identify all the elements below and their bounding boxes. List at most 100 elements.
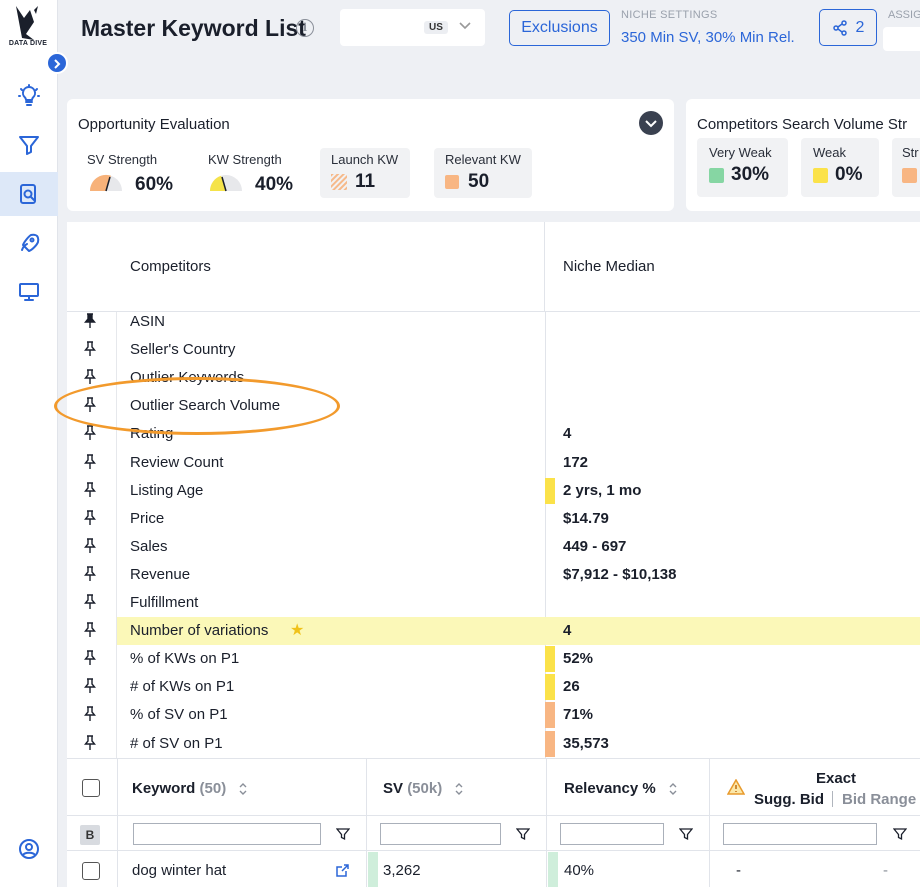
niche-median-value: 71% xyxy=(563,706,594,724)
bid-range-cell: - xyxy=(883,862,888,879)
pin-icon[interactable] xyxy=(83,453,97,470)
select-all-checkbox[interactable] xyxy=(82,779,100,797)
card-title: Competitors Search Volume Str xyxy=(697,116,908,133)
pin-icon[interactable] xyxy=(83,341,97,357)
external-link-icon[interactable] xyxy=(335,863,350,878)
relevancy-header[interactable]: Relevancy % xyxy=(564,780,678,797)
filter-icon[interactable] xyxy=(516,827,530,841)
exact-filter-input[interactable] xyxy=(723,823,877,845)
bulk-badge[interactable]: B xyxy=(80,825,100,845)
competitor-row: Fulfillment xyxy=(67,589,920,617)
keyword-count: (50) xyxy=(199,780,227,797)
competitor-row: Outlier Keywords xyxy=(67,364,920,392)
niche-median-value: 449 - 697 xyxy=(563,537,627,555)
user-circle-icon xyxy=(19,839,39,859)
relevancy-bar xyxy=(548,852,558,887)
relevancy-filter-input[interactable] xyxy=(560,823,664,845)
star-icon[interactable]: ★ xyxy=(290,620,304,640)
keyword-filter-input[interactable] xyxy=(133,823,321,845)
nav-ideas[interactable] xyxy=(0,74,58,118)
launch-kw-label: Launch KW xyxy=(331,152,399,167)
pin-icon[interactable] xyxy=(83,594,97,610)
competitors-table: Competitors Niche Median ASIN Seller's Co… xyxy=(67,222,920,758)
share-count: 2 xyxy=(855,18,865,36)
sv-filter-input[interactable] xyxy=(380,823,501,845)
opportunity-evaluation-card: Opportunity Evaluation SV Strength 60% K… xyxy=(67,99,674,211)
exclusions-button[interactable]: Exclusions xyxy=(509,10,610,46)
nav-filter[interactable] xyxy=(0,123,58,167)
niche-median-value: $14.79 xyxy=(563,509,609,527)
filter-icon[interactable] xyxy=(893,827,907,841)
pin-icon[interactable] xyxy=(83,622,97,638)
pin-icon[interactable] xyxy=(83,678,97,694)
relevancy-header-label: Relevancy % xyxy=(564,780,656,797)
competitors-header: Competitors xyxy=(67,222,545,312)
assign-input[interactable] xyxy=(883,27,920,51)
nav-account[interactable] xyxy=(0,827,58,871)
nav-monitor[interactable] xyxy=(0,270,58,314)
collapse-button[interactable] xyxy=(639,111,663,135)
kw-strength-label: KW Strength xyxy=(208,152,282,167)
bid-range-header[interactable]: Bid Range xyxy=(842,791,916,808)
chevron-down-icon xyxy=(645,120,657,128)
niche-settings-value[interactable]: 350 Min SV, 30% Min Rel. xyxy=(621,29,795,46)
competitor-row: Review Count 172 xyxy=(67,449,920,477)
pin-icon[interactable] xyxy=(83,369,97,385)
keyword-table: Keyword (50) SV (50k) Relevancy % Exact … xyxy=(67,758,920,887)
competitor-row-label: ASIN xyxy=(130,313,166,330)
value-indicator-bar xyxy=(545,702,555,729)
value-indicator-bar xyxy=(545,730,555,757)
sidebar-expand-button[interactable] xyxy=(46,52,68,74)
data-dive-logo[interactable] xyxy=(4,4,52,56)
keyword-cell[interactable]: dog winter hat xyxy=(132,862,226,879)
keyword-header[interactable]: Keyword (50) xyxy=(132,780,248,797)
page-title: Master Keyword List xyxy=(81,15,306,41)
hatched-swatch-icon xyxy=(331,174,347,190)
info-icon[interactable]: i xyxy=(296,19,314,37)
competitors-header-label: Competitors xyxy=(130,258,211,275)
launch-kw-box: Launch KW 11 xyxy=(320,148,410,198)
row-checkbox[interactable] xyxy=(82,862,100,880)
sv-strength-value: 60% xyxy=(135,174,174,195)
value-indicator-bar xyxy=(545,646,555,673)
pin-icon[interactable] xyxy=(83,397,97,413)
filter-icon[interactable] xyxy=(336,827,350,841)
strong-swatch xyxy=(902,168,917,183)
niche-median-value: 35,573 xyxy=(563,734,609,752)
competitor-row: Seller's Country xyxy=(67,336,920,364)
pin-icon[interactable] xyxy=(83,734,97,751)
sort-icon xyxy=(669,783,677,796)
relevant-swatch xyxy=(445,175,459,189)
pin-icon[interactable] xyxy=(83,650,97,666)
sort-icon xyxy=(455,783,463,796)
relevant-kw-box: Relevant KW 50 xyxy=(434,148,532,198)
pin-icon[interactable] xyxy=(83,509,97,526)
competitors-sv-strength-card: Competitors Search Volume Str Very Weak … xyxy=(686,99,920,211)
pin-icon[interactable] xyxy=(83,706,97,722)
relevant-kw-value: 50 xyxy=(468,171,490,192)
sv-header[interactable]: SV (50k) xyxy=(383,780,464,797)
competitor-row-label: Outlier Search Volume xyxy=(130,397,281,415)
competitor-row-label: # of SV on P1 xyxy=(130,734,223,752)
exact-header: Exact xyxy=(816,770,857,787)
pin-icon[interactable] xyxy=(83,481,97,498)
sv-cell: 3,262 xyxy=(383,862,421,879)
filter-icon[interactable] xyxy=(679,827,693,841)
pin-icon[interactable] xyxy=(83,538,97,554)
nav-master-keyword-list[interactable] xyxy=(0,172,58,216)
market-badge: US xyxy=(424,21,448,34)
niche-median-header-label: Niche Median xyxy=(563,258,655,275)
launch-kw-value: 11 xyxy=(355,171,376,192)
keyword-header-label: Keyword xyxy=(132,780,196,797)
sort-icon xyxy=(239,783,247,796)
sv-bar xyxy=(368,852,378,887)
share-button[interactable]: 2 xyxy=(819,9,877,46)
competitor-row: ASIN xyxy=(67,308,920,336)
pin-icon[interactable] xyxy=(83,425,97,441)
sugg-bid-header[interactable]: Sugg. Bid xyxy=(754,791,824,808)
pin-icon[interactable] xyxy=(83,313,97,329)
nav-launch[interactable] xyxy=(0,221,58,265)
pin-icon[interactable] xyxy=(83,566,97,582)
market-select[interactable]: US xyxy=(340,9,485,46)
competitor-row-label: % of SV on P1 xyxy=(130,706,228,724)
